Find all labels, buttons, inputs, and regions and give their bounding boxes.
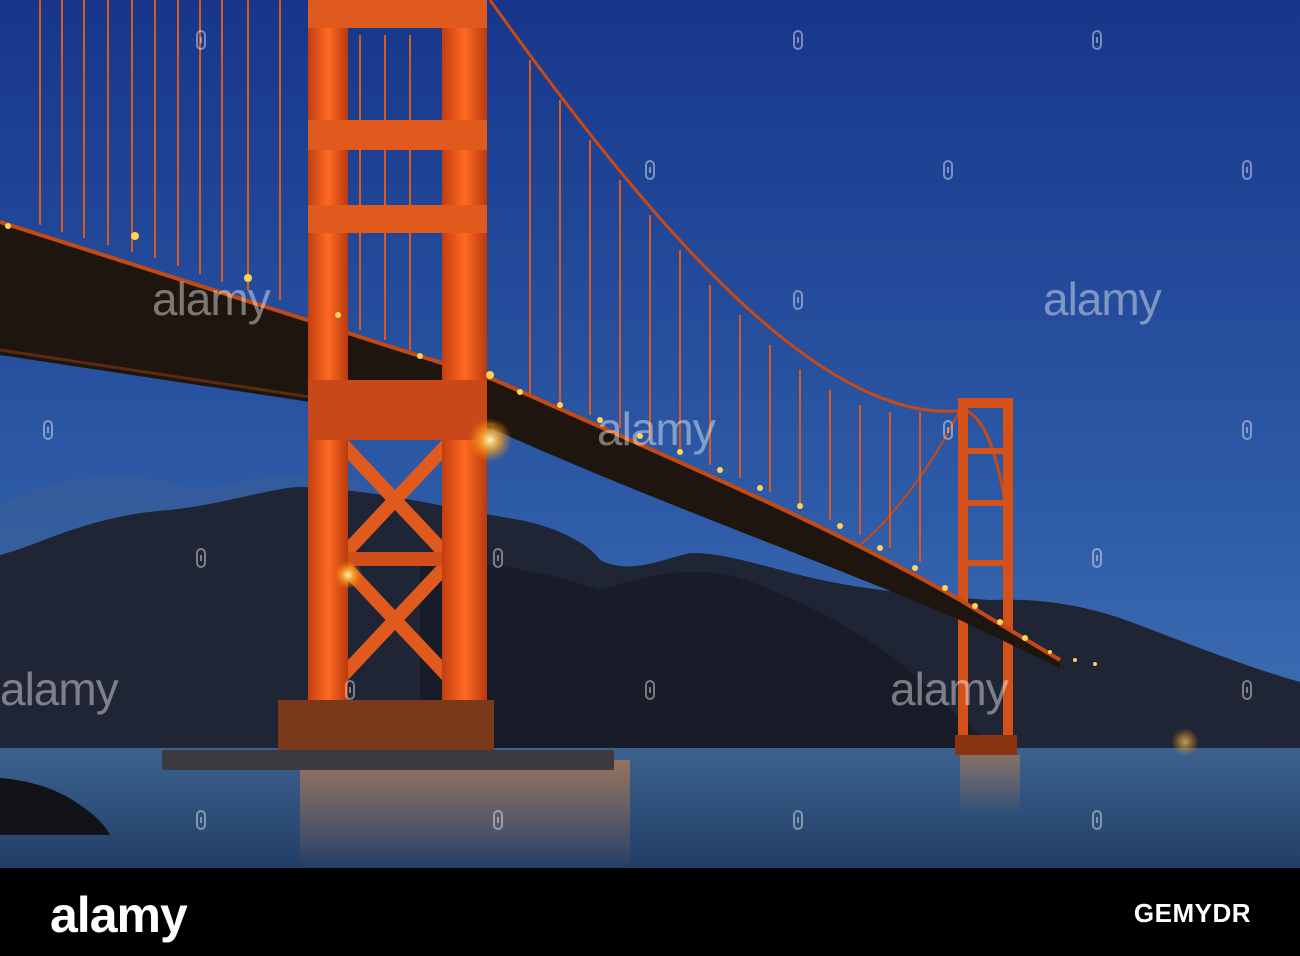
golden-gate-bridge-photo	[0, 0, 1300, 868]
photo-stage: alamy alamy alamy alamy alamy alamy GEMY…	[0, 0, 1300, 956]
footer-bar: alamy GEMYDR	[0, 868, 1300, 956]
light-reflection	[300, 760, 630, 868]
alamy-logo: alamy	[50, 887, 188, 943]
tower-glow-light	[468, 418, 512, 462]
image-id: GEMYDR	[1133, 898, 1251, 928]
